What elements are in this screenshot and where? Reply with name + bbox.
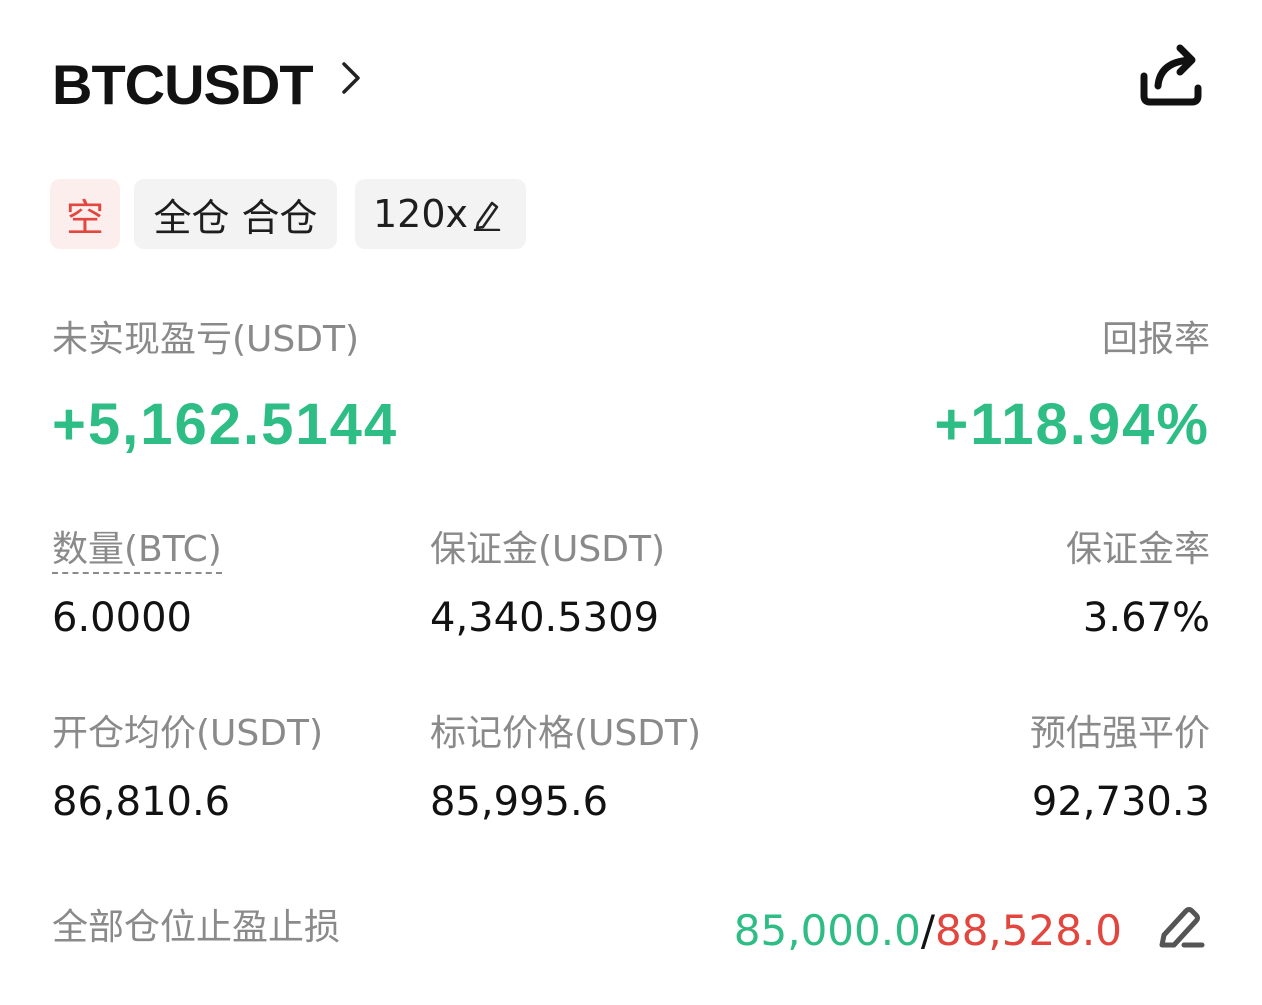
margin-label: 保证金(USDT) — [430, 529, 666, 570]
take-profit-value: 85,000.0 — [733, 906, 921, 955]
roi-label: 回报率 — [1101, 319, 1210, 360]
leverage-label: 120x — [373, 192, 469, 236]
pencil-icon — [473, 201, 501, 231]
quantity-label[interactable]: 数量(BTC) — [52, 528, 222, 574]
unrealized-pnl-value: +5,162.5144 — [52, 392, 399, 457]
leverage-badge[interactable]: 120x — [355, 179, 526, 249]
liquidation-price-value: 92,730.3 — [1031, 779, 1210, 825]
margin-ratio-value: 3.67% — [1082, 595, 1210, 641]
tpsl-label: 全部仓位止盈止损 — [52, 907, 341, 948]
tpsl-separator: / — [920, 906, 935, 955]
position-side-label: 空 — [65, 195, 104, 240]
edit-icon[interactable] — [1156, 903, 1206, 949]
chevron-right-icon[interactable] — [336, 58, 366, 98]
share-icon[interactable] — [1134, 40, 1208, 110]
position-side-badge: 空 — [50, 179, 120, 249]
tpsl-values[interactable]: 85,000.0/88,528.0 — [734, 906, 1122, 956]
symbol-title[interactable]: BTCUSDT — [52, 50, 314, 120]
margin-mode-label: 全仓 合仓 — [153, 195, 318, 240]
unrealized-pnl-label: 未实现盈亏(USDT) — [52, 319, 360, 360]
quantity-label-text: 数量(BTC) — [52, 529, 222, 574]
mark-price-label: 标记价格(USDT) — [430, 713, 702, 754]
stop-loss-value: 88,528.0 — [934, 906, 1122, 955]
mark-price-value: 85,995.6 — [430, 779, 609, 825]
entry-price-value: 86,810.6 — [52, 779, 231, 825]
quantity-value: 6.0000 — [52, 595, 192, 641]
margin-mode-badge[interactable]: 全仓 合仓 — [134, 179, 337, 249]
margin-value: 4,340.5309 — [430, 595, 660, 641]
roi-value: +118.94% — [934, 392, 1210, 457]
liquidation-price-label: 预估强平价 — [1029, 713, 1210, 754]
entry-price-label: 开仓均价(USDT) — [52, 713, 324, 754]
margin-ratio-label: 保证金率 — [1065, 529, 1210, 570]
